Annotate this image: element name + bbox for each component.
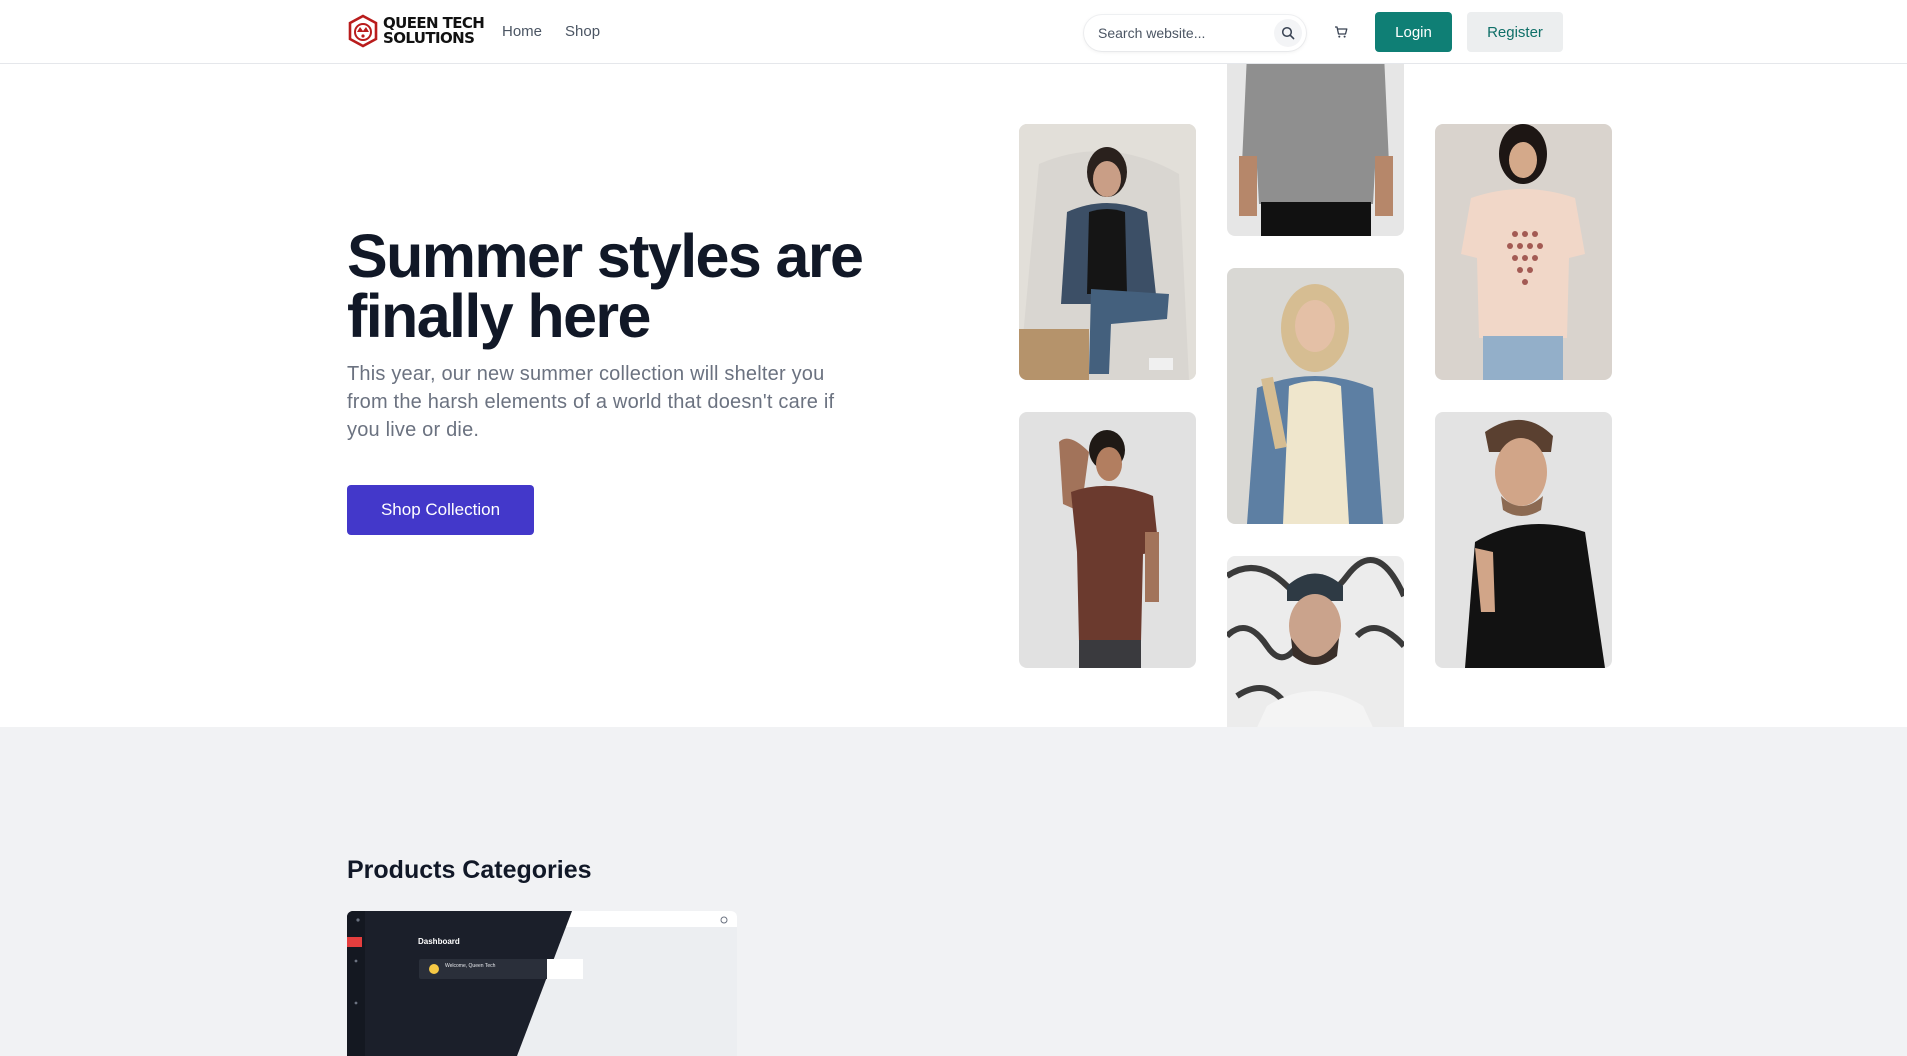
hero-photo-man-black-tee <box>1435 412 1612 668</box>
nav-link-shop[interactable]: Shop <box>565 23 600 40</box>
hero-photo-woman-peach-tee <box>1435 124 1612 380</box>
brand-name: QUEEN TECH SOLUTIONS <box>383 16 485 47</box>
hero-description: This year, our new summer collection wil… <box>347 363 835 441</box>
brand-logo[interactable]: QUEEN TECH SOLUTIONS <box>347 14 485 48</box>
navbar: QUEEN TECH SOLUTIONS Home Shop Login Reg… <box>0 0 1907 64</box>
cart-icon <box>1335 26 1348 38</box>
hero-title: Summer styles are finally here <box>347 222 864 350</box>
search-button[interactable] <box>1274 19 1302 47</box>
hero-section: Summer styles are finally here This year… <box>0 64 1907 727</box>
categories-heading: Products Categories <box>347 856 592 884</box>
shop-collection-button[interactable]: Shop Collection <box>347 485 534 535</box>
hero-photo-bearded-man-beanie <box>1227 556 1404 727</box>
hero-photo-woman-denim-cream-top <box>1227 268 1404 524</box>
products-categories-section: Products Categories Dashboard Welcome, Q… <box>0 727 1907 1056</box>
hero-photo-man-brown-tee <box>1019 412 1196 668</box>
hero-photo-man-grey-tee <box>1227 64 1404 236</box>
register-button[interactable]: Register <box>1467 12 1563 52</box>
category-card[interactable]: Dashboard Welcome, Queen Tech <box>347 911 737 1056</box>
cart-button[interactable] <box>1329 20 1353 44</box>
search-input[interactable] <box>1098 23 1258 43</box>
brand-line-2: SOLUTIONS <box>383 29 475 47</box>
queen-crown-logo-icon <box>348 14 378 48</box>
category-card-image: Dashboard Welcome, Queen Tech <box>347 911 737 1056</box>
nav-link-home[interactable]: Home <box>502 23 542 40</box>
card-welcome-text: Welcome, Queen Tech <box>445 963 496 969</box>
login-button[interactable]: Login <box>1375 12 1452 52</box>
hero-photo-woman-denim-seated <box>1019 124 1196 380</box>
card-dashboard-label: Dashboard <box>418 937 460 946</box>
search-box <box>1084 15 1306 51</box>
search-icon <box>1281 26 1295 40</box>
